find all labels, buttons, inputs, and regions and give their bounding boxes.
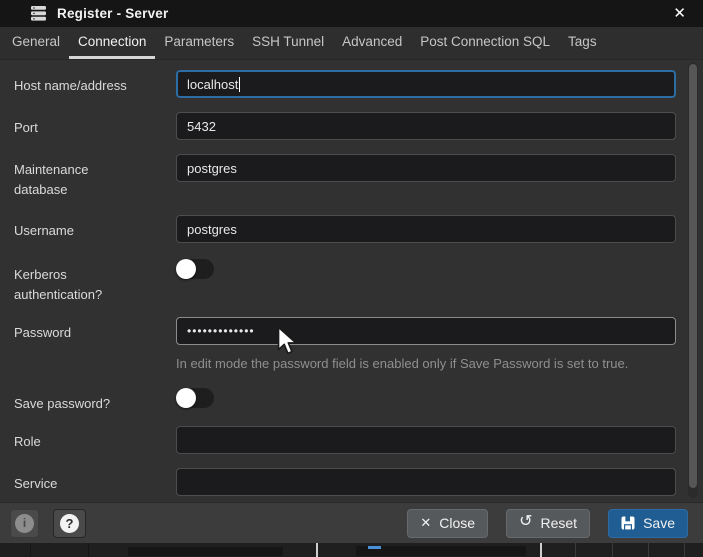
tab-ssh-tunnel[interactable]: SSH Tunnel bbox=[243, 27, 333, 59]
service-label: Service bbox=[14, 474, 57, 494]
host-value: localhost bbox=[187, 77, 238, 92]
dialog-titlebar: Register - Server ✕ bbox=[0, 0, 703, 27]
connection-form: Host name/address localhost Port 5432 Ma… bbox=[0, 60, 703, 502]
save-floppy-icon bbox=[621, 516, 635, 530]
save-button[interactable]: Save bbox=[608, 509, 688, 538]
role-row: Role bbox=[14, 426, 703, 454]
maintenance-db-input[interactable]: postgres bbox=[176, 154, 676, 182]
password-value: ••••••••••••• bbox=[187, 324, 255, 338]
background-divider bbox=[316, 543, 318, 557]
background-tick bbox=[612, 543, 613, 557]
role-label: Role bbox=[14, 432, 41, 452]
toggle-knob bbox=[176, 388, 196, 408]
port-label: Port bbox=[14, 118, 38, 138]
close-button-label: Close bbox=[439, 515, 475, 531]
background-tick bbox=[648, 543, 649, 557]
port-input[interactable]: 5432 bbox=[176, 112, 676, 140]
dialog-title: Register - Server bbox=[57, 6, 168, 21]
port-value: 5432 bbox=[187, 119, 216, 134]
save-password-row: Save password? bbox=[14, 388, 703, 414]
username-label: Username bbox=[14, 221, 74, 241]
tab-tags[interactable]: Tags bbox=[559, 27, 606, 59]
password-helper-text: In edit mode the password field is enabl… bbox=[176, 353, 668, 374]
kerberos-row: Kerberos authentication? bbox=[14, 259, 703, 305]
dialog-footer: i ? ✕ Close ↺ Reset bbox=[0, 502, 703, 543]
help-button[interactable]: ? bbox=[53, 509, 86, 538]
register-server-dialog: Register - Server ✕ General Connection P… bbox=[0, 0, 703, 557]
reset-arrow-icon: ↺ bbox=[519, 514, 532, 530]
close-button[interactable]: ✕ Close bbox=[407, 509, 488, 538]
reset-button-label: Reset bbox=[541, 515, 578, 531]
save-password-toggle[interactable] bbox=[176, 388, 214, 408]
host-row: Host name/address localhost bbox=[14, 70, 703, 98]
background-tick bbox=[575, 543, 576, 557]
background-divider bbox=[540, 543, 542, 557]
service-row: Service bbox=[14, 468, 703, 496]
dialog-close-icon[interactable]: ✕ bbox=[669, 4, 690, 23]
password-row: Password ••••••••••••• In edit mode the … bbox=[14, 317, 703, 374]
maintenance-db-row: Maintenance database postgres bbox=[14, 154, 703, 200]
tab-post-connection-sql[interactable]: Post Connection SQL bbox=[411, 27, 559, 59]
background-field bbox=[356, 546, 526, 556]
save-button-label: Save bbox=[643, 515, 675, 531]
toggle-knob bbox=[176, 259, 196, 279]
background-window-strip bbox=[0, 543, 703, 557]
tab-connection[interactable]: Connection bbox=[69, 27, 155, 59]
info-button[interactable]: i bbox=[10, 509, 39, 538]
host-label: Host name/address bbox=[14, 76, 127, 96]
tab-advanced[interactable]: Advanced bbox=[333, 27, 411, 59]
maintenance-db-label: Maintenance database bbox=[14, 160, 136, 200]
scrollbar-thumb[interactable] bbox=[689, 64, 697, 488]
maintenance-db-value: postgres bbox=[187, 161, 237, 176]
role-input[interactable] bbox=[176, 426, 676, 454]
password-input[interactable]: ••••••••••••• bbox=[176, 317, 676, 345]
background-tick bbox=[88, 543, 89, 557]
service-input[interactable] bbox=[176, 468, 676, 496]
kerberos-toggle[interactable] bbox=[176, 259, 214, 279]
username-row: Username postgres bbox=[14, 215, 703, 243]
username-input[interactable]: postgres bbox=[176, 215, 676, 243]
tab-parameters[interactable]: Parameters bbox=[155, 27, 243, 59]
kerberos-label: Kerberos authentication? bbox=[14, 265, 136, 305]
server-stack-icon bbox=[30, 5, 48, 22]
reset-button[interactable]: ↺ Reset bbox=[506, 509, 590, 538]
info-icon: i bbox=[15, 514, 34, 533]
username-value: postgres bbox=[187, 222, 237, 237]
background-field bbox=[128, 547, 283, 556]
dialog-tabbar: General Connection Parameters SSH Tunnel… bbox=[0, 27, 703, 60]
port-row: Port 5432 bbox=[14, 112, 703, 140]
background-accent bbox=[368, 546, 381, 549]
background-tick bbox=[684, 543, 685, 557]
background-tick bbox=[30, 543, 31, 557]
host-input[interactable]: localhost bbox=[176, 70, 676, 98]
vertical-scrollbar[interactable] bbox=[688, 62, 698, 498]
tab-general[interactable]: General bbox=[3, 27, 69, 59]
close-x-icon: ✕ bbox=[420, 515, 431, 531]
save-password-label: Save password? bbox=[14, 394, 110, 414]
password-label: Password bbox=[14, 323, 71, 343]
help-icon: ? bbox=[60, 514, 79, 533]
text-caret bbox=[239, 77, 240, 92]
